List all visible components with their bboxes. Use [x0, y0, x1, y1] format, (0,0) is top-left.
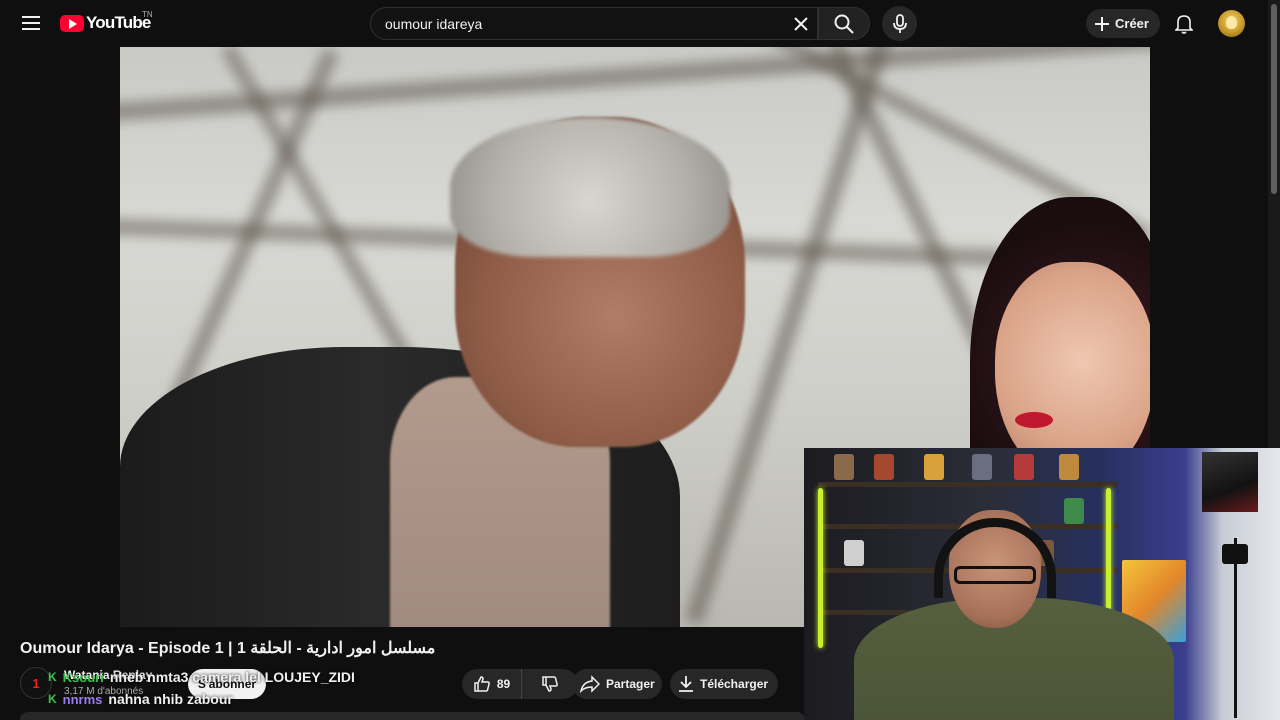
dislike-button[interactable]: [522, 669, 578, 699]
chat-badge: K: [48, 692, 57, 706]
shelf-figure: [844, 540, 864, 566]
chat-username: nnrms: [62, 691, 103, 707]
account-avatar[interactable]: [1218, 10, 1245, 37]
download-icon: [679, 676, 693, 692]
search-box: [370, 7, 818, 40]
share-button[interactable]: Partager: [572, 669, 662, 699]
chat-badge: K: [48, 670, 57, 684]
chat-username: Ksouri: [62, 669, 104, 685]
actress-lips: [1015, 412, 1053, 428]
led-strip: [818, 488, 823, 648]
chat-message: K Ksouri nheb nmta3 camera lel LOUJEY_ZI…: [48, 668, 355, 686]
wall-painting: [1202, 452, 1258, 512]
voice-search-button[interactable]: [882, 6, 917, 41]
shelf-figure: [972, 454, 992, 480]
search-button[interactable]: [818, 7, 870, 40]
description-box[interactable]: [20, 712, 805, 720]
plus-icon: [1095, 16, 1109, 31]
tripod: [1234, 538, 1237, 718]
headphones: [934, 518, 1056, 598]
shelf-figure: [874, 454, 894, 480]
create-label: Créer: [1115, 16, 1149, 31]
share-icon: [580, 675, 600, 693]
youtube-logo[interactable]: YouTube TN: [60, 10, 153, 34]
youtube-play-icon: [60, 14, 84, 32]
like-button[interactable]: 89: [462, 669, 522, 699]
shelf: [818, 482, 1118, 487]
like-dislike-group: 89: [462, 669, 578, 699]
notifications-button[interactable]: [1170, 10, 1198, 38]
share-label: Partager: [606, 677, 655, 691]
top-bar: YouTube TN Créer: [0, 0, 1268, 47]
menu-button[interactable]: [16, 8, 46, 38]
shelf-figure: [1064, 498, 1084, 524]
chat-text: nahna nhib zabour: [108, 691, 233, 707]
search-icon: [834, 14, 854, 34]
channel-avatar-text: 1: [32, 675, 40, 691]
youtube-watch-page: YouTube TN Créer: [0, 0, 1280, 720]
scrollbar-thumb[interactable]: [1271, 4, 1277, 194]
create-button[interactable]: Créer: [1086, 9, 1160, 38]
shelf-figure: [1059, 454, 1079, 480]
chat-overlay: K Ksouri nheb nmta3 camera lel LOUJEY_ZI…: [48, 668, 388, 708]
shelf-figure: [834, 454, 854, 480]
country-code: TN: [142, 10, 153, 19]
download-label: Télécharger: [700, 677, 769, 691]
glasses: [954, 566, 1036, 584]
chat-message: K nnrms nahna nhib zabour: [48, 690, 233, 708]
close-icon: [794, 17, 808, 31]
microphone-icon: [892, 13, 907, 33]
streamer-webcam-overlay: [804, 448, 1280, 720]
download-button[interactable]: Télécharger: [670, 669, 778, 699]
logo-text: YouTube: [86, 13, 151, 32]
video-background-beam: [120, 47, 1150, 124]
thumbs-up-icon: [474, 676, 490, 692]
hamburger-icon: [22, 16, 40, 30]
like-count: 89: [496, 677, 511, 691]
actor-hair: [450, 117, 730, 257]
thumbs-down-icon: [542, 676, 558, 692]
clear-search-button[interactable]: [788, 11, 814, 37]
video-title: Oumour Idarya - Episode 1 | مسلسل امور ا…: [20, 640, 436, 657]
chat-text: nheb nmta3 camera lel LOUJEY_ZIDI: [109, 669, 355, 685]
shelf-figure: [1014, 454, 1034, 480]
bell-icon: [1175, 15, 1193, 34]
search-input[interactable]: [385, 8, 785, 39]
shelf-figure: [924, 454, 944, 480]
